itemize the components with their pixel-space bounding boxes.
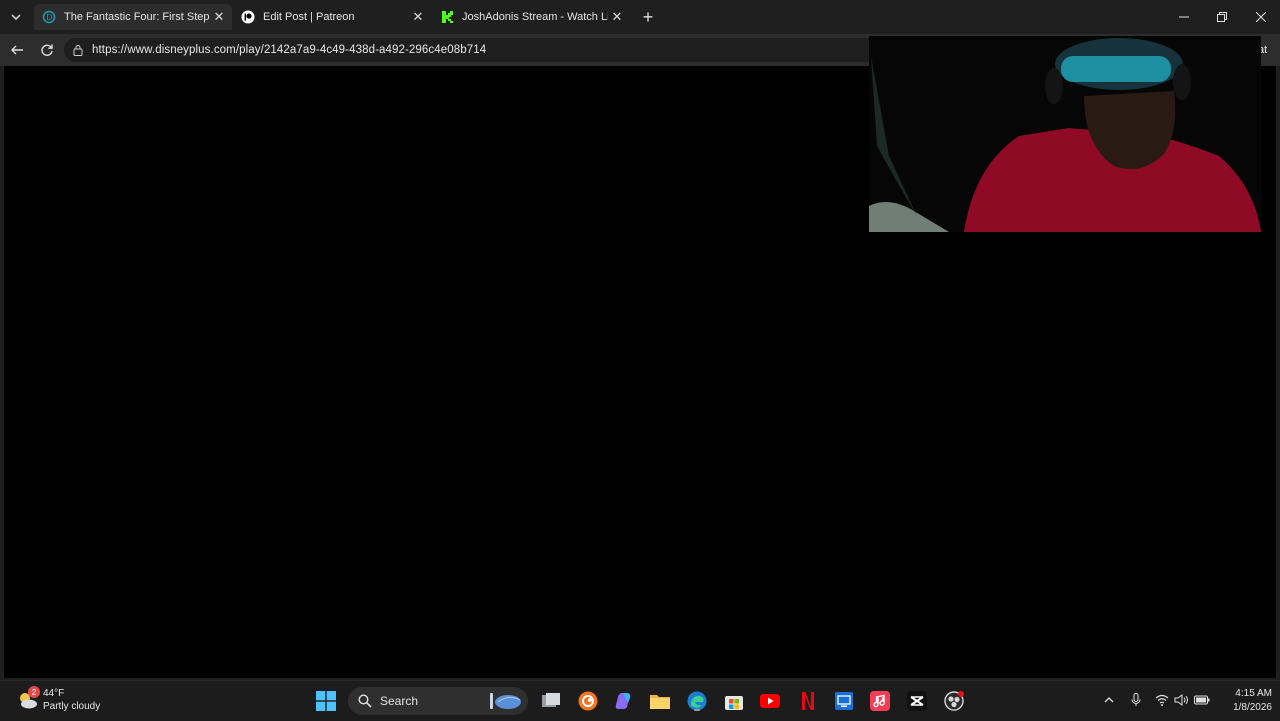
close-icon[interactable]: ✕ xyxy=(210,8,228,26)
taskbar-search[interactable]: Search xyxy=(348,687,528,715)
tab-title: JoshAdonis Stream - Watch Live on xyxy=(462,11,608,23)
system-clock[interactable]: 4:15 AM 1/8/2026 xyxy=(1216,687,1272,715)
running-indicator xyxy=(694,709,700,711)
edge-browser-icon[interactable] xyxy=(685,689,709,713)
search-highlight-icon xyxy=(490,693,521,709)
webcam-feed-image xyxy=(869,36,1261,232)
show-hidden-icons-icon[interactable] xyxy=(1101,692,1117,708)
windows-icon xyxy=(316,691,336,711)
microsoft-store-icon[interactable] xyxy=(722,689,746,713)
weather-widget[interactable]: 2 44°F Partly cloudy xyxy=(16,686,101,713)
new-tab-button[interactable]: + xyxy=(638,7,658,27)
obs-studio-icon[interactable] xyxy=(942,689,966,713)
taskbar: 2 44°F Partly cloudy Search 4:15 AM 1/8/… xyxy=(0,680,1280,721)
restore-icon[interactable] xyxy=(1210,6,1234,28)
clock-date: 1/8/2026 xyxy=(1233,702,1272,713)
kick-icon xyxy=(440,10,454,24)
url-text[interactable]: https://www.disneyplus.com/play/2142a7a9… xyxy=(92,44,486,56)
tab-list-button[interactable] xyxy=(5,6,27,28)
wifi-icon[interactable] xyxy=(1154,692,1170,708)
task-view-icon[interactable] xyxy=(539,689,563,713)
copilot-icon[interactable] xyxy=(612,689,636,713)
weather-condition: Partly cloudy xyxy=(43,701,101,712)
close-icon[interactable]: ✕ xyxy=(409,8,427,26)
tab-patreon[interactable]: Edit Post | Patreon ✕ xyxy=(233,4,431,30)
close-window-icon[interactable] xyxy=(1249,6,1273,28)
site-info-icon[interactable] xyxy=(72,44,84,56)
weather-badge: 2 xyxy=(28,686,40,698)
partly-cloudy-icon: 2 xyxy=(16,686,40,712)
youtube-icon[interactable] xyxy=(758,689,782,713)
close-icon[interactable]: ✕ xyxy=(608,8,626,26)
patreon-icon xyxy=(241,10,255,24)
remote-desktop-icon[interactable] xyxy=(832,689,856,713)
webcam-overlay xyxy=(869,36,1261,232)
disney-icon: D xyxy=(42,10,56,24)
weather-temp: 44°F xyxy=(43,688,65,699)
refresh-icon[interactable] xyxy=(36,39,58,61)
running-indicator xyxy=(951,709,957,711)
tab-title: Edit Post | Patreon xyxy=(263,11,355,23)
clock-time: 4:15 AM xyxy=(1235,688,1272,699)
back-icon[interactable] xyxy=(6,39,28,61)
search-icon xyxy=(358,694,372,708)
battery-icon[interactable] xyxy=(1194,692,1210,708)
start-button[interactable] xyxy=(314,689,338,713)
chevron-down-icon xyxy=(11,14,21,21)
file-explorer-icon[interactable] xyxy=(648,689,672,713)
tab-kick[interactable]: JoshAdonis Stream - Watch Live on ✕ xyxy=(432,4,630,30)
volume-icon[interactable] xyxy=(1174,692,1190,708)
microphone-icon[interactable] xyxy=(1128,692,1144,708)
minimize-icon[interactable] xyxy=(1172,6,1196,28)
tab-disney-plus[interactable]: D The Fantastic Four: First Steps | Dis … xyxy=(34,4,232,30)
svg-text:D: D xyxy=(47,13,53,22)
capcut-icon[interactable] xyxy=(905,689,929,713)
netflix-icon[interactable] xyxy=(796,689,820,713)
crunchyroll-icon[interactable] xyxy=(576,689,600,713)
tab-title: The Fantastic Four: First Steps | Dis xyxy=(64,11,210,23)
tab-bar: D The Fantastic Four: First Steps | Dis … xyxy=(0,0,1280,34)
search-label: Search xyxy=(380,694,419,708)
apple-music-icon[interactable] xyxy=(868,689,892,713)
